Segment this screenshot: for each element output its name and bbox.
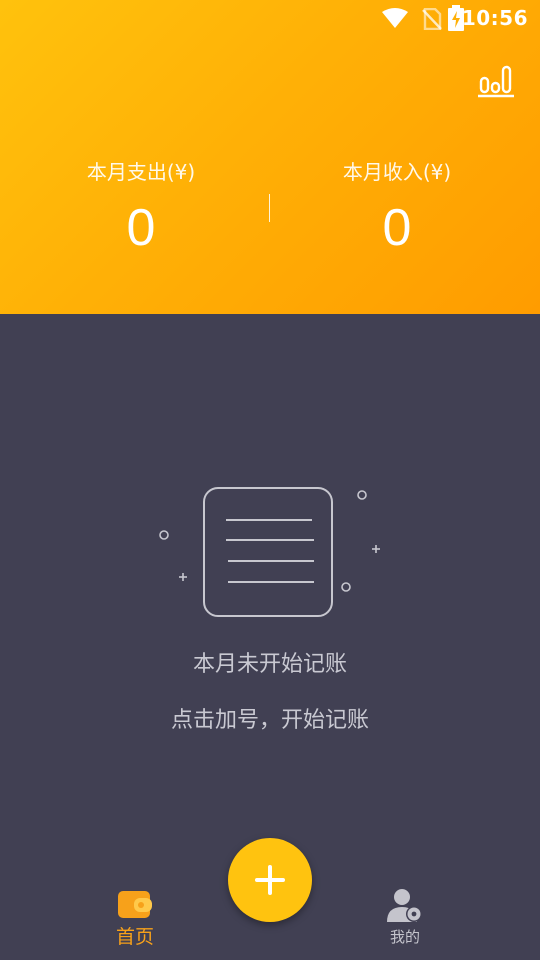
plus-icon bbox=[255, 865, 285, 895]
bar-chart-icon bbox=[478, 65, 514, 98]
income-value: 0 bbox=[382, 199, 412, 257]
nav-item-mine[interactable]: 我的 bbox=[345, 888, 465, 947]
empty-state-title: 本月未开始记账 bbox=[192, 652, 347, 677]
app-screen: 10:56 本月支出(¥) 0 本月收入(¥) 0 本月未开始记账 点击加号，开… bbox=[0, 0, 540, 960]
statistics-button[interactable] bbox=[478, 64, 514, 98]
income-label: 本月收入(¥) bbox=[342, 160, 452, 184]
expense-summary: 本月支出(¥) 0 bbox=[6, 158, 276, 258]
wallet-icon bbox=[118, 891, 152, 918]
status-bar: 10:56 bbox=[0, 0, 540, 36]
user-settings-icon bbox=[387, 889, 422, 922]
expense-value: 0 bbox=[126, 199, 156, 257]
empty-state-hint: 点击加号，开始记账 bbox=[170, 708, 369, 733]
no-sim-icon bbox=[422, 8, 442, 30]
income-summary: 本月收入(¥) 0 bbox=[262, 158, 532, 258]
status-time: 10:56 bbox=[461, 6, 528, 30]
nav-item-home[interactable]: 首页 bbox=[75, 888, 195, 949]
nav-label-home: 首页 bbox=[115, 926, 154, 948]
add-record-button[interactable] bbox=[228, 838, 312, 922]
nav-label-mine: 我的 bbox=[389, 928, 420, 946]
expense-label: 本月支出(¥) bbox=[86, 160, 196, 184]
blank-ledger-icon bbox=[159, 487, 380, 617]
month-summary-header: 10:56 本月支出(¥) 0 本月收入(¥) 0 bbox=[0, 0, 540, 314]
wifi-icon bbox=[382, 8, 408, 28]
